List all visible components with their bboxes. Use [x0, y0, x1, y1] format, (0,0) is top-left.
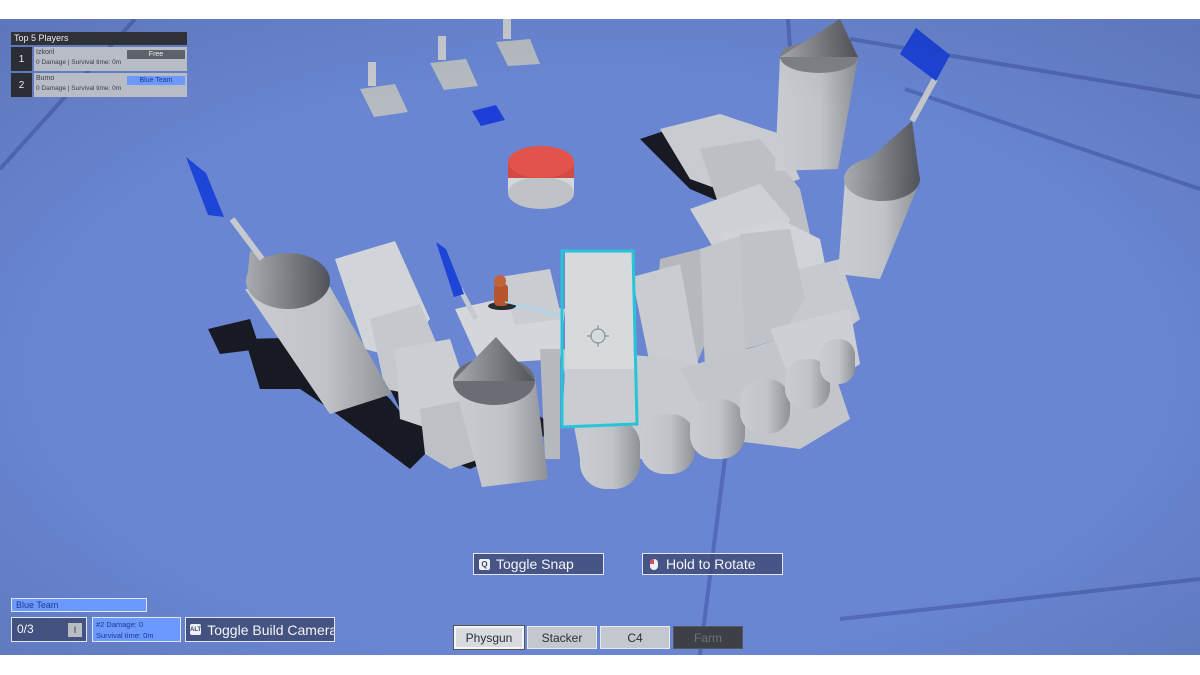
player-entry: Bumo 0 Damage | Survival time: 0m Blue T… — [34, 73, 187, 97]
leaderboard-title: Top 5 Players — [11, 32, 187, 45]
key-q-icon: Q — [479, 558, 490, 570]
leaderboard-row: 1 Izkoril 0 Damage | Survival time: 0m F… — [11, 47, 187, 71]
player-team-badge: Blue Team — [127, 76, 185, 85]
leaderboard: Top 5 Players 1 Izkoril 0 Damage | Survi… — [11, 32, 187, 97]
hold-to-rotate-label: Hold to Rotate — [666, 556, 756, 572]
hold-to-rotate-prompt[interactable]: Hold to Rotate — [642, 553, 783, 575]
toggle-build-camera-label: Toggle Build Camera — [207, 621, 335, 638]
tool-c4[interactable]: C4 — [600, 626, 670, 649]
player-rank: 2 — [11, 73, 32, 97]
player-team-badge: Free — [127, 50, 185, 59]
item-counter-value: 0/3 — [17, 622, 34, 636]
survival-time: Survival time: 0m — [96, 631, 154, 640]
toggle-build-camera-prompt[interactable]: ALT Toggle Build Camera — [185, 617, 335, 642]
tool-bar: Physgun Stacker C4 Farm — [453, 625, 746, 650]
tool-farm[interactable]: Farm — [673, 626, 743, 649]
team-label: Blue Team — [11, 598, 147, 612]
player-stats: 0 Damage | Survival time: 0m — [36, 85, 122, 92]
tool-stacker[interactable]: Stacker — [527, 626, 597, 649]
player-entry: Izkoril 0 Damage | Survival time: 0m Fre… — [34, 47, 187, 71]
key-alt-icon: ALT — [190, 624, 202, 635]
key-i-icon: I — [68, 623, 82, 637]
mouse-icon — [650, 558, 658, 570]
toggle-snap-prompt[interactable]: Q Toggle Snap — [473, 553, 604, 575]
player-rank: 1 — [11, 47, 32, 71]
rank-damage: #2 Damage: 0 — [96, 620, 144, 629]
self-stats: #2 Damage: 0 Survival time: 0m — [92, 617, 181, 642]
leaderboard-row: 2 Bumo 0 Damage | Survival time: 0m Blue… — [11, 73, 187, 97]
player-stats: 0 Damage | Survival time: 0m — [36, 59, 122, 66]
item-counter: 0/3 I — [11, 617, 87, 642]
toggle-snap-label: Toggle Snap — [496, 556, 574, 572]
game-viewport[interactable]: Top 5 Players 1 Izkoril 0 Damage | Survi… — [0, 19, 1200, 655]
tool-physgun[interactable]: Physgun — [453, 625, 525, 650]
